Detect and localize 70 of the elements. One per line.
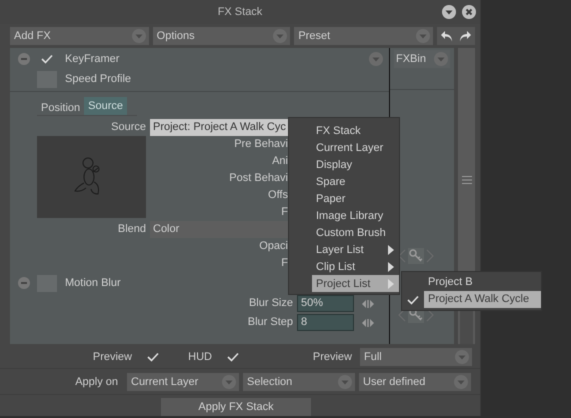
menu-icon[interactable] [462,176,472,184]
window-title: FX Stack [218,6,262,18]
menu-item[interactable]: Project B [424,274,541,291]
menu-item[interactable]: Paper [312,190,399,207]
source-field[interactable]: Project: Project A Walk Cyc [150,119,288,136]
apply-button[interactable]: Apply FX Stack [161,398,311,416]
caret-icon [338,375,352,389]
field-label: F [280,256,288,271]
field-label: F [280,205,288,220]
field-label: Pre Behavi [233,137,288,152]
checkmark-icon[interactable] [406,294,420,306]
dropdown[interactable]: Options [152,27,290,45]
menu-item[interactable]: FX Stack [312,122,399,139]
dropdown[interactable]: Selection [243,373,355,391]
field-label: Apply on [74,376,118,388]
field-label: Post Behavi [228,171,288,186]
effect-name: KeyFramer [65,53,120,65]
menu-item[interactable]: Current Layer [312,139,399,156]
menu-item[interactable]: Layer List [312,241,399,258]
input-field[interactable]: 8 [297,314,354,331]
menu-item[interactable]: Image Library [312,207,399,224]
field-label: Blur Step [246,315,293,330]
field-label: Ani [271,154,288,169]
tab[interactable]: Source [84,97,127,115]
checkmark-icon[interactable] [226,351,240,363]
collapse-icon[interactable] [18,53,30,65]
caret-icon [454,375,468,389]
menu-item[interactable]: Spare [312,173,399,190]
scrollbar-thumb[interactable] [460,308,473,344]
caret-icon [132,29,146,43]
caret-icon [416,29,430,43]
caret-icon [222,375,236,389]
dropdown-icon[interactable] [442,5,456,19]
spinner-icon[interactable] [362,318,374,328]
redo-icon[interactable] [458,29,472,43]
dropdown[interactable]: Preset [294,27,433,45]
caret-icon [273,29,288,43]
spinner-icon[interactable] [362,298,374,308]
dropdown[interactable]: Add FX [10,27,149,45]
menu-item[interactable]: Custom Brush [312,224,399,241]
input-field[interactable]: 50% [297,295,354,312]
undo-icon[interactable] [440,29,454,43]
option-label: HUD [188,351,212,363]
effect-name: Motion Blur [65,277,121,289]
field-label: Opaci [258,239,288,254]
menu-item[interactable]: Project List [312,275,399,292]
checkmark-icon[interactable] [40,53,54,65]
key-icon[interactable] [408,248,424,264]
collapse-icon[interactable] [18,277,30,289]
close-icon[interactable] [462,5,476,19]
field-label: Blend [116,222,146,237]
tab[interactable]: Position [37,101,84,115]
field-label: Source [110,120,146,135]
field-label: Offs [267,188,288,203]
field-label: Preview [312,351,352,363]
dropdown[interactable]: User defined [359,373,471,391]
menu-item[interactable]: Display [312,156,399,173]
menu-item[interactable]: Clip List [312,258,399,275]
option-label: Preview [92,351,132,363]
field-label: Blur Size [248,296,293,311]
blend-field[interactable]: Color [150,221,288,238]
dropdown[interactable]: Full [360,348,472,366]
dropdown[interactable]: Current Layer [127,373,239,391]
caret-icon [369,52,383,66]
caret-icon [455,350,469,364]
caret-icon [434,52,448,66]
option-label: Speed Profile [65,73,132,85]
checkmark-icon[interactable] [146,351,160,363]
menu-item[interactable]: Project A Walk Cycle [424,291,541,308]
dropdown[interactable]: FXBin [394,50,450,68]
